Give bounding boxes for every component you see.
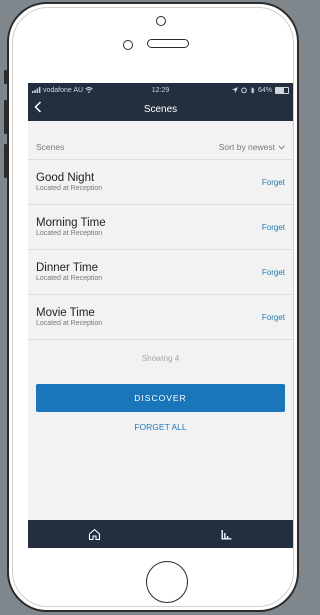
scene-location: Located at Reception (36, 230, 103, 237)
scene-name: Morning Time (36, 217, 106, 229)
tab-home[interactable] (69, 520, 119, 548)
tab-bar (28, 520, 293, 548)
home-icon (88, 528, 100, 540)
scene-name: Dinner Time (36, 262, 98, 274)
forget-button[interactable]: Forget (262, 223, 285, 232)
scene-row[interactable]: Movie Time Located at Reception Forget (28, 295, 293, 340)
scene-info: Movie Time Located at Reception (36, 307, 102, 327)
back-button[interactable] (34, 100, 42, 116)
app-screen: vodafone AU 12:29 64% Scenes Scenes Sort… (28, 83, 293, 548)
list-header: Scenes Sort by newest (28, 135, 293, 160)
navigation-bar: Scenes (28, 97, 293, 121)
battery-icon (275, 86, 289, 94)
scene-location: Located at Reception (36, 275, 103, 282)
scene-info: Dinner Time Located at Reception (36, 262, 102, 282)
volume-down-button (4, 144, 7, 178)
camera-icon (156, 16, 166, 26)
showing-count: Showing 4 (141, 354, 180, 363)
front-sensor-icon (123, 40, 133, 50)
forget-all-button[interactable]: FORGET ALL (28, 422, 293, 432)
forget-button[interactable]: Forget (262, 313, 285, 322)
status-bar: vodafone AU 12:29 64% (28, 83, 293, 97)
scene-info: Morning Time Located at Reception (36, 217, 106, 237)
discover-button[interactable]: DISCOVER (36, 384, 285, 412)
tab-devices[interactable] (202, 520, 252, 548)
scene-location: Located at Reception (36, 320, 103, 327)
scene-row[interactable]: Dinner Time Located at Reception Forget (28, 250, 293, 295)
volume-up-button (4, 100, 7, 134)
scene-name: Good Night (36, 172, 95, 184)
scene-location: Located at Reception (36, 185, 103, 192)
scene-row[interactable]: Morning Time Located at Reception Forget (28, 205, 293, 250)
chart-icon (221, 529, 232, 539)
scene-name: Movie Time (36, 307, 95, 319)
list-header-label: Scenes (36, 142, 65, 152)
page-title: Scenes (143, 103, 178, 115)
chevron-left-icon (34, 101, 42, 113)
forget-button[interactable]: Forget (262, 178, 285, 187)
battery-fill (276, 87, 284, 93)
mute-switch (4, 70, 7, 84)
hardware-home-button[interactable] (146, 561, 188, 603)
status-time: 12:29 (151, 86, 170, 94)
forget-button[interactable]: Forget (262, 268, 285, 277)
scene-row[interactable]: Good Night Located at Reception Forget (28, 160, 293, 205)
chevron-down-icon (278, 144, 285, 150)
scene-info: Good Night Located at Reception (36, 172, 102, 192)
earpiece-speaker (147, 39, 189, 48)
sort-label: Sort by newest (218, 142, 275, 152)
sort-dropdown[interactable]: Sort by newest (219, 142, 285, 152)
